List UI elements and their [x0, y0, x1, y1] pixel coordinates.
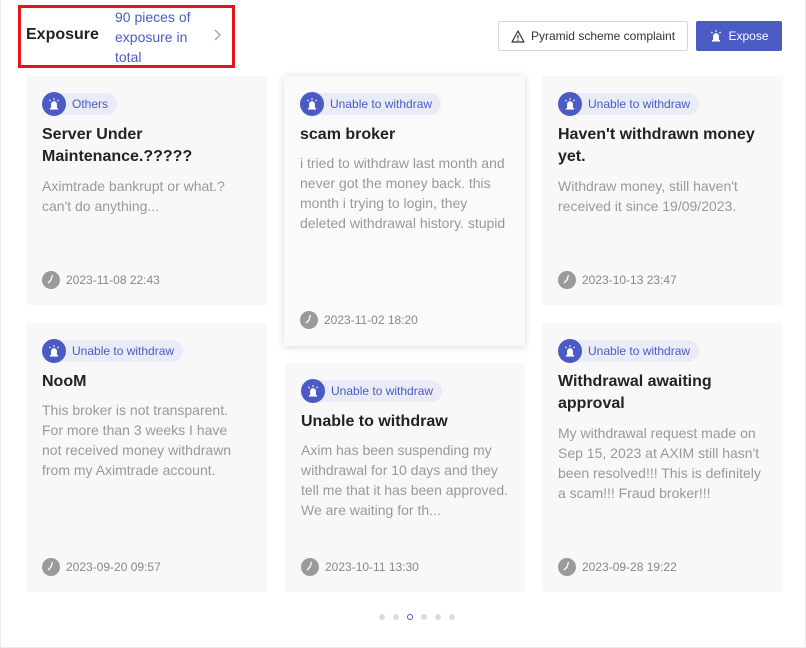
category-tag: Unable to withdraw [300, 92, 442, 116]
category-tag: Unable to withdraw [301, 379, 443, 403]
tag-badge-icon [42, 339, 66, 363]
card-time: 2023-10-11 13:30 [301, 558, 419, 576]
exposure-card[interactable]: Unable to withdraw Unable to withdraw Ax… [285, 363, 525, 592]
exposure-title: Exposure [26, 26, 99, 43]
expose-icon [711, 30, 722, 42]
card-time-text: 2023-11-08 22:43 [66, 273, 160, 287]
card-body: My withdrawal request made on Sep 15, 20… [558, 425, 761, 501]
carousel-dot[interactable] [393, 614, 399, 620]
exposure-card[interactable]: Unable to withdraw NooM This broker is n… [26, 323, 267, 592]
card-title: Haven't withdrawn money yet. [558, 126, 755, 165]
card-body: Aximtrade bankrupt or what.? can't do an… [42, 178, 225, 214]
card-time: 2023-11-08 22:43 [42, 271, 160, 289]
category-tag-label: Unable to withdraw [56, 340, 184, 362]
card-title: Server Under Maintenance.????? [42, 126, 193, 165]
warning-icon [511, 29, 525, 43]
card-title: scam broker [300, 126, 396, 143]
category-tag-label: Unable to withdraw [572, 340, 700, 362]
category-tag: Others [42, 92, 118, 116]
category-tag: Unable to withdraw [558, 339, 700, 363]
clock-icon [42, 558, 60, 576]
clock-icon [300, 311, 318, 329]
category-tag-label: Unable to withdraw [315, 380, 443, 402]
clock-icon [42, 271, 60, 289]
category-tag-label: Unable to withdraw [572, 93, 700, 115]
exposure-panel: Exposure 90 pieces of exposure in total … [0, 0, 806, 648]
card-time-text: 2023-10-11 13:30 [325, 560, 419, 574]
carousel-dot[interactable] [449, 614, 455, 620]
card-time: 2023-10-13 23:47 [558, 271, 677, 289]
card-title: Withdrawal awaiting approval [558, 373, 712, 412]
card-title: NooM [42, 373, 87, 390]
card-time-text: 2023-09-28 19:22 [582, 560, 677, 574]
exposure-card[interactable]: Unable to withdraw Withdrawal awaiting a… [542, 323, 783, 592]
chevron-right-icon[interactable] [211, 28, 225, 42]
tag-badge-icon [300, 92, 324, 116]
card-title: Unable to withdraw [301, 413, 448, 430]
expose-button-label: Expose [728, 29, 769, 43]
card-time: 2023-09-20 09:57 [42, 558, 161, 576]
card-time: 2023-09-28 19:22 [558, 558, 677, 576]
expose-button[interactable]: Expose [696, 21, 782, 51]
card-body: Axim has been suspending my withdrawal f… [301, 442, 509, 518]
card-body: This broker is not transparent. For more… [42, 402, 232, 478]
category-tag: Unable to withdraw [42, 339, 184, 363]
complaint-button-label: Pyramid scheme complaint [530, 29, 676, 43]
card-time-text: 2023-11-02 18:20 [324, 313, 418, 327]
card-body: i tried to withdraw last month and never… [300, 155, 506, 231]
clock-icon [558, 271, 576, 289]
exposure-card[interactable]: Others Server Under Maintenance.????? Ax… [26, 76, 267, 305]
card-time-text: 2023-10-13 23:47 [582, 273, 677, 287]
category-tag-label: Unable to withdraw [314, 93, 442, 115]
exposure-card[interactable]: Unable to withdraw Haven't withdrawn mon… [542, 76, 783, 305]
exposure-count-link[interactable]: 90 pieces of exposure in total [115, 7, 205, 67]
pyramid-scheme-complaint-button[interactable]: Pyramid scheme complaint [498, 21, 688, 51]
carousel-pagination [379, 614, 455, 620]
exposure-card[interactable]: Unable to withdraw scam broker i tried t… [284, 76, 525, 346]
carousel-dot[interactable] [407, 614, 413, 620]
card-time-text: 2023-09-20 09:57 [66, 560, 161, 574]
carousel-dot[interactable] [379, 614, 385, 620]
carousel-dot[interactable] [435, 614, 441, 620]
clock-icon [558, 558, 576, 576]
tag-badge-icon [558, 92, 582, 116]
category-tag: Unable to withdraw [558, 92, 700, 116]
card-body: Withdraw money, still haven't received i… [558, 178, 738, 214]
tag-badge-icon [301, 379, 325, 403]
tag-badge-icon [42, 92, 66, 116]
tag-badge-icon [558, 339, 582, 363]
clock-icon [301, 558, 319, 576]
carousel-dot[interactable] [421, 614, 427, 620]
card-time: 2023-11-02 18:20 [300, 311, 418, 329]
